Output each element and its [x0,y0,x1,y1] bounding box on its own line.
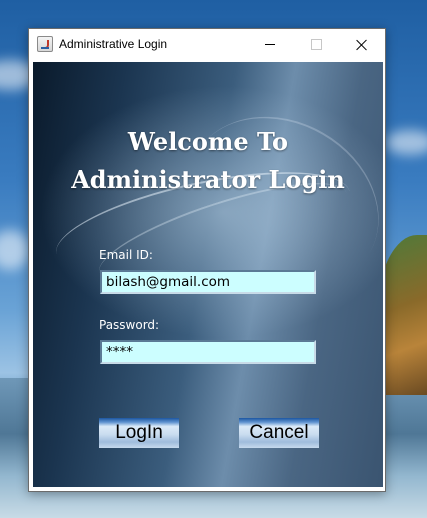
password-label: Password: [99,318,160,332]
java-app-icon [37,36,53,52]
email-field[interactable] [100,270,316,294]
login-window: Administrative Login Welcome To Administ… [28,28,386,492]
maximize-button[interactable] [293,29,339,60]
login-panel: Welcome To Administrator Login Email ID:… [33,62,383,487]
minimize-button[interactable] [247,29,293,60]
password-field[interactable] [100,340,316,364]
wallpaper-cloud [385,130,427,155]
cancel-button[interactable]: Cancel [239,418,319,448]
window-title: Administrative Login [59,37,168,51]
email-label: Email ID: [99,248,153,262]
title-bar[interactable]: Administrative Login [29,29,385,60]
close-button[interactable] [339,29,385,60]
maximize-icon [310,39,322,50]
welcome-heading: Welcome To [127,127,289,156]
close-icon [356,39,368,51]
login-button[interactable]: LogIn [99,418,179,448]
minimize-icon [265,44,275,45]
admin-login-heading: Administrator Login [71,165,345,194]
wallpaper-cloud [0,230,30,270]
